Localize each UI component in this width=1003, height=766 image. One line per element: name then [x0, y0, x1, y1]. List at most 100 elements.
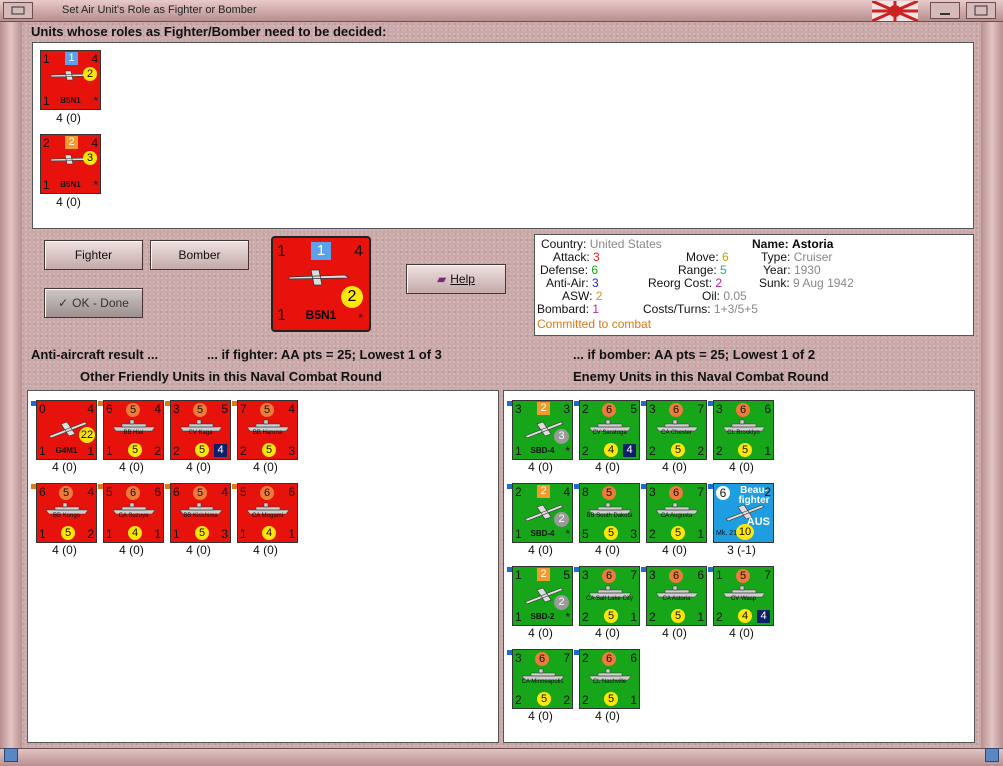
- counter-navy-value: 4: [623, 444, 636, 457]
- counter-value: 3: [515, 402, 522, 416]
- info-attack: Attack: 3: [553, 250, 600, 264]
- counter-name: G4M1: [55, 446, 78, 455]
- unit-count: 4 (0): [52, 460, 77, 474]
- status-marker-icon: [708, 401, 713, 406]
- friendly-unit-counter[interactable]: 6 4 1 2 5 BB Kongo 5: [36, 483, 97, 543]
- friendly-unit-counter[interactable]: 0 4 1 1 G4M1 22: [36, 400, 97, 460]
- counter-value: 3: [582, 568, 589, 582]
- unit-count: 4 (0): [186, 543, 211, 557]
- counter-name: CA Salt Lake City: [586, 596, 633, 602]
- enemy-unit-counter[interactable]: 2 5 2 6 CV Saratoga 4 4: [579, 400, 640, 460]
- counter-value: 3: [563, 402, 570, 416]
- counter-value: 4: [288, 402, 295, 416]
- counter-value: 2: [697, 444, 704, 458]
- counter-name: CA Astoria: [662, 596, 691, 602]
- friendly-unit-counter[interactable]: 5 6 1 1 6 CA Suzuya 4: [103, 483, 164, 543]
- status-marker-icon: [507, 484, 512, 489]
- ok-done-button[interactable]: ✓ OK - Done: [44, 288, 143, 318]
- status-marker-icon: [507, 650, 512, 655]
- enemy-unit-counter[interactable]: 1 5 1 * 2 SBD-2 2: [512, 566, 573, 626]
- counter-navy-value: 4: [214, 444, 227, 457]
- counter-value: 1: [106, 527, 113, 541]
- unit-count: 4 (0): [528, 626, 553, 640]
- counter-top-value: 6: [669, 403, 683, 417]
- status-marker-icon: [708, 484, 713, 489]
- counter-value: 1: [764, 444, 771, 458]
- friendly-unit-counter[interactable]: 3 5 2 5 CV Kaga 5 4: [170, 400, 231, 460]
- undecided-unit-0[interactable]: 1 4 1 2 1 B5N1 *: [40, 50, 101, 110]
- counter-value: Mk. 21: [716, 530, 738, 537]
- info-antiair: Anti-Air: 3: [546, 276, 599, 290]
- counter-value: 7: [630, 568, 637, 582]
- counter-value: 2: [649, 527, 656, 541]
- unit-count: 4 (0): [729, 460, 754, 474]
- close-button[interactable]: [966, 2, 996, 19]
- unit-count: 4 (0): [119, 460, 144, 474]
- counter-top-value: 6: [669, 569, 683, 583]
- enemy-unit-counter[interactable]: 1 7 2 5 CV Wasp 4 4: [713, 566, 774, 626]
- counter-value: 8: [582, 485, 589, 499]
- counter-value: 4: [87, 402, 94, 416]
- status-marker-icon: [232, 401, 237, 406]
- counter-name: CV Wasp: [730, 596, 757, 602]
- info-asw: ASW: 2: [562, 289, 603, 303]
- info-reorg: Reorg Cost: 2: [648, 276, 723, 290]
- enemy-unit-counter[interactable]: 3 7 2 1 6 CA Augusta 5: [646, 483, 707, 543]
- unit-count: 4 (0): [595, 709, 620, 723]
- fighter-button[interactable]: Fighter: [44, 240, 143, 270]
- status-marker-icon: [98, 484, 103, 489]
- friendly-unit-counter[interactable]: 5 6 1 1 6 CA Mogami 4: [237, 483, 298, 543]
- enemy-unit-counter[interactable]: 3 7 2 1 6 CA Salt Lake City 5: [579, 566, 640, 626]
- counter-name: CL Brooklyn: [727, 430, 760, 436]
- counter-value: 7: [240, 402, 247, 416]
- counter-value: 4: [87, 485, 94, 499]
- friendly-unit-counter[interactable]: 7 4 2 3 5 BB Haruna 5: [237, 400, 298, 460]
- counter-value: 2: [716, 610, 723, 624]
- info-costs: Costs/Turns: 1+3/5+5: [643, 302, 758, 316]
- status-marker-icon: [641, 567, 646, 572]
- enemy-unit-counter[interactable]: 2 6 2 1 6 CL Nashville 5: [579, 649, 640, 709]
- counter-value: 2: [582, 693, 589, 707]
- system-menu-button[interactable]: [3, 2, 33, 19]
- enemy-unit-counter[interactable]: 3 6 2 1 6 CA Astoria 5: [646, 566, 707, 626]
- counter-value: 6: [288, 485, 295, 499]
- counter-value: 5: [630, 402, 637, 416]
- counter-circle-value: 5: [262, 443, 276, 457]
- info-range: Range: 5: [678, 263, 727, 277]
- enemy-unit-counter[interactable]: 8 5 3 5 BB South Dakota 5: [579, 483, 640, 543]
- friendly-unit-counter[interactable]: 6 4 1 2 5 BB Hiei 5: [103, 400, 164, 460]
- minimize-button[interactable]: [930, 2, 960, 19]
- enemy-unit-counter[interactable]: 3 3 1 * 2 SBD-4 3: [512, 400, 573, 460]
- counter-top-value: 5: [602, 486, 616, 500]
- bomber-button[interactable]: Bomber: [150, 240, 249, 270]
- counter-top-value: 6: [535, 652, 549, 666]
- unit-count: 4 (0): [662, 626, 687, 640]
- counter-circle-value: 5: [604, 692, 618, 706]
- enemy-unit-counter[interactable]: 6 2 Mk. 21 AUS Beau-fighter 10: [713, 483, 774, 543]
- counter-top-value: 5: [126, 403, 140, 417]
- counter-circle-value: 5: [604, 526, 618, 540]
- counter-value: 3: [515, 651, 522, 665]
- checkmark-icon: ✓: [58, 296, 69, 310]
- status-marker-icon: [507, 401, 512, 406]
- counter-name: CA Augusta: [660, 513, 693, 519]
- status-marker-icon: [708, 567, 713, 572]
- counter-value: 2: [563, 693, 570, 707]
- enemy-unit-counter[interactable]: 2 4 1 * 2 SBD-4 2: [512, 483, 573, 543]
- counter-name: CV Saratoga: [592, 430, 627, 436]
- counter-value: 5: [563, 568, 570, 582]
- counter-name: BB Kirishima: [183, 513, 218, 519]
- friendly-unit-counter[interactable]: 6 4 1 3 5 BB Kirishima 5: [170, 483, 231, 543]
- counter-value: 2: [173, 444, 180, 458]
- counter-circle-value: 4: [604, 443, 618, 457]
- counter-name: BB South Dakota: [586, 513, 633, 519]
- unit-count: 4 (0): [56, 111, 81, 125]
- enemy-unit-counter[interactable]: 3 6 2 1 6 CL Brooklyn 5: [713, 400, 774, 460]
- undecided-units-panel[interactable]: [32, 42, 974, 229]
- enemy-unit-counter[interactable]: 3 7 2 2 6 CA Minneapolis 5: [512, 649, 573, 709]
- help-button[interactable]: ▰ Help: [406, 264, 506, 294]
- undecided-unit-1[interactable]: 2 4 2 3 1 B5N1 *: [40, 134, 101, 194]
- right-frame: [981, 22, 1003, 766]
- unit-count: 4 (0): [253, 460, 278, 474]
- enemy-unit-counter[interactable]: 3 7 2 2 6 CA Chester 5: [646, 400, 707, 460]
